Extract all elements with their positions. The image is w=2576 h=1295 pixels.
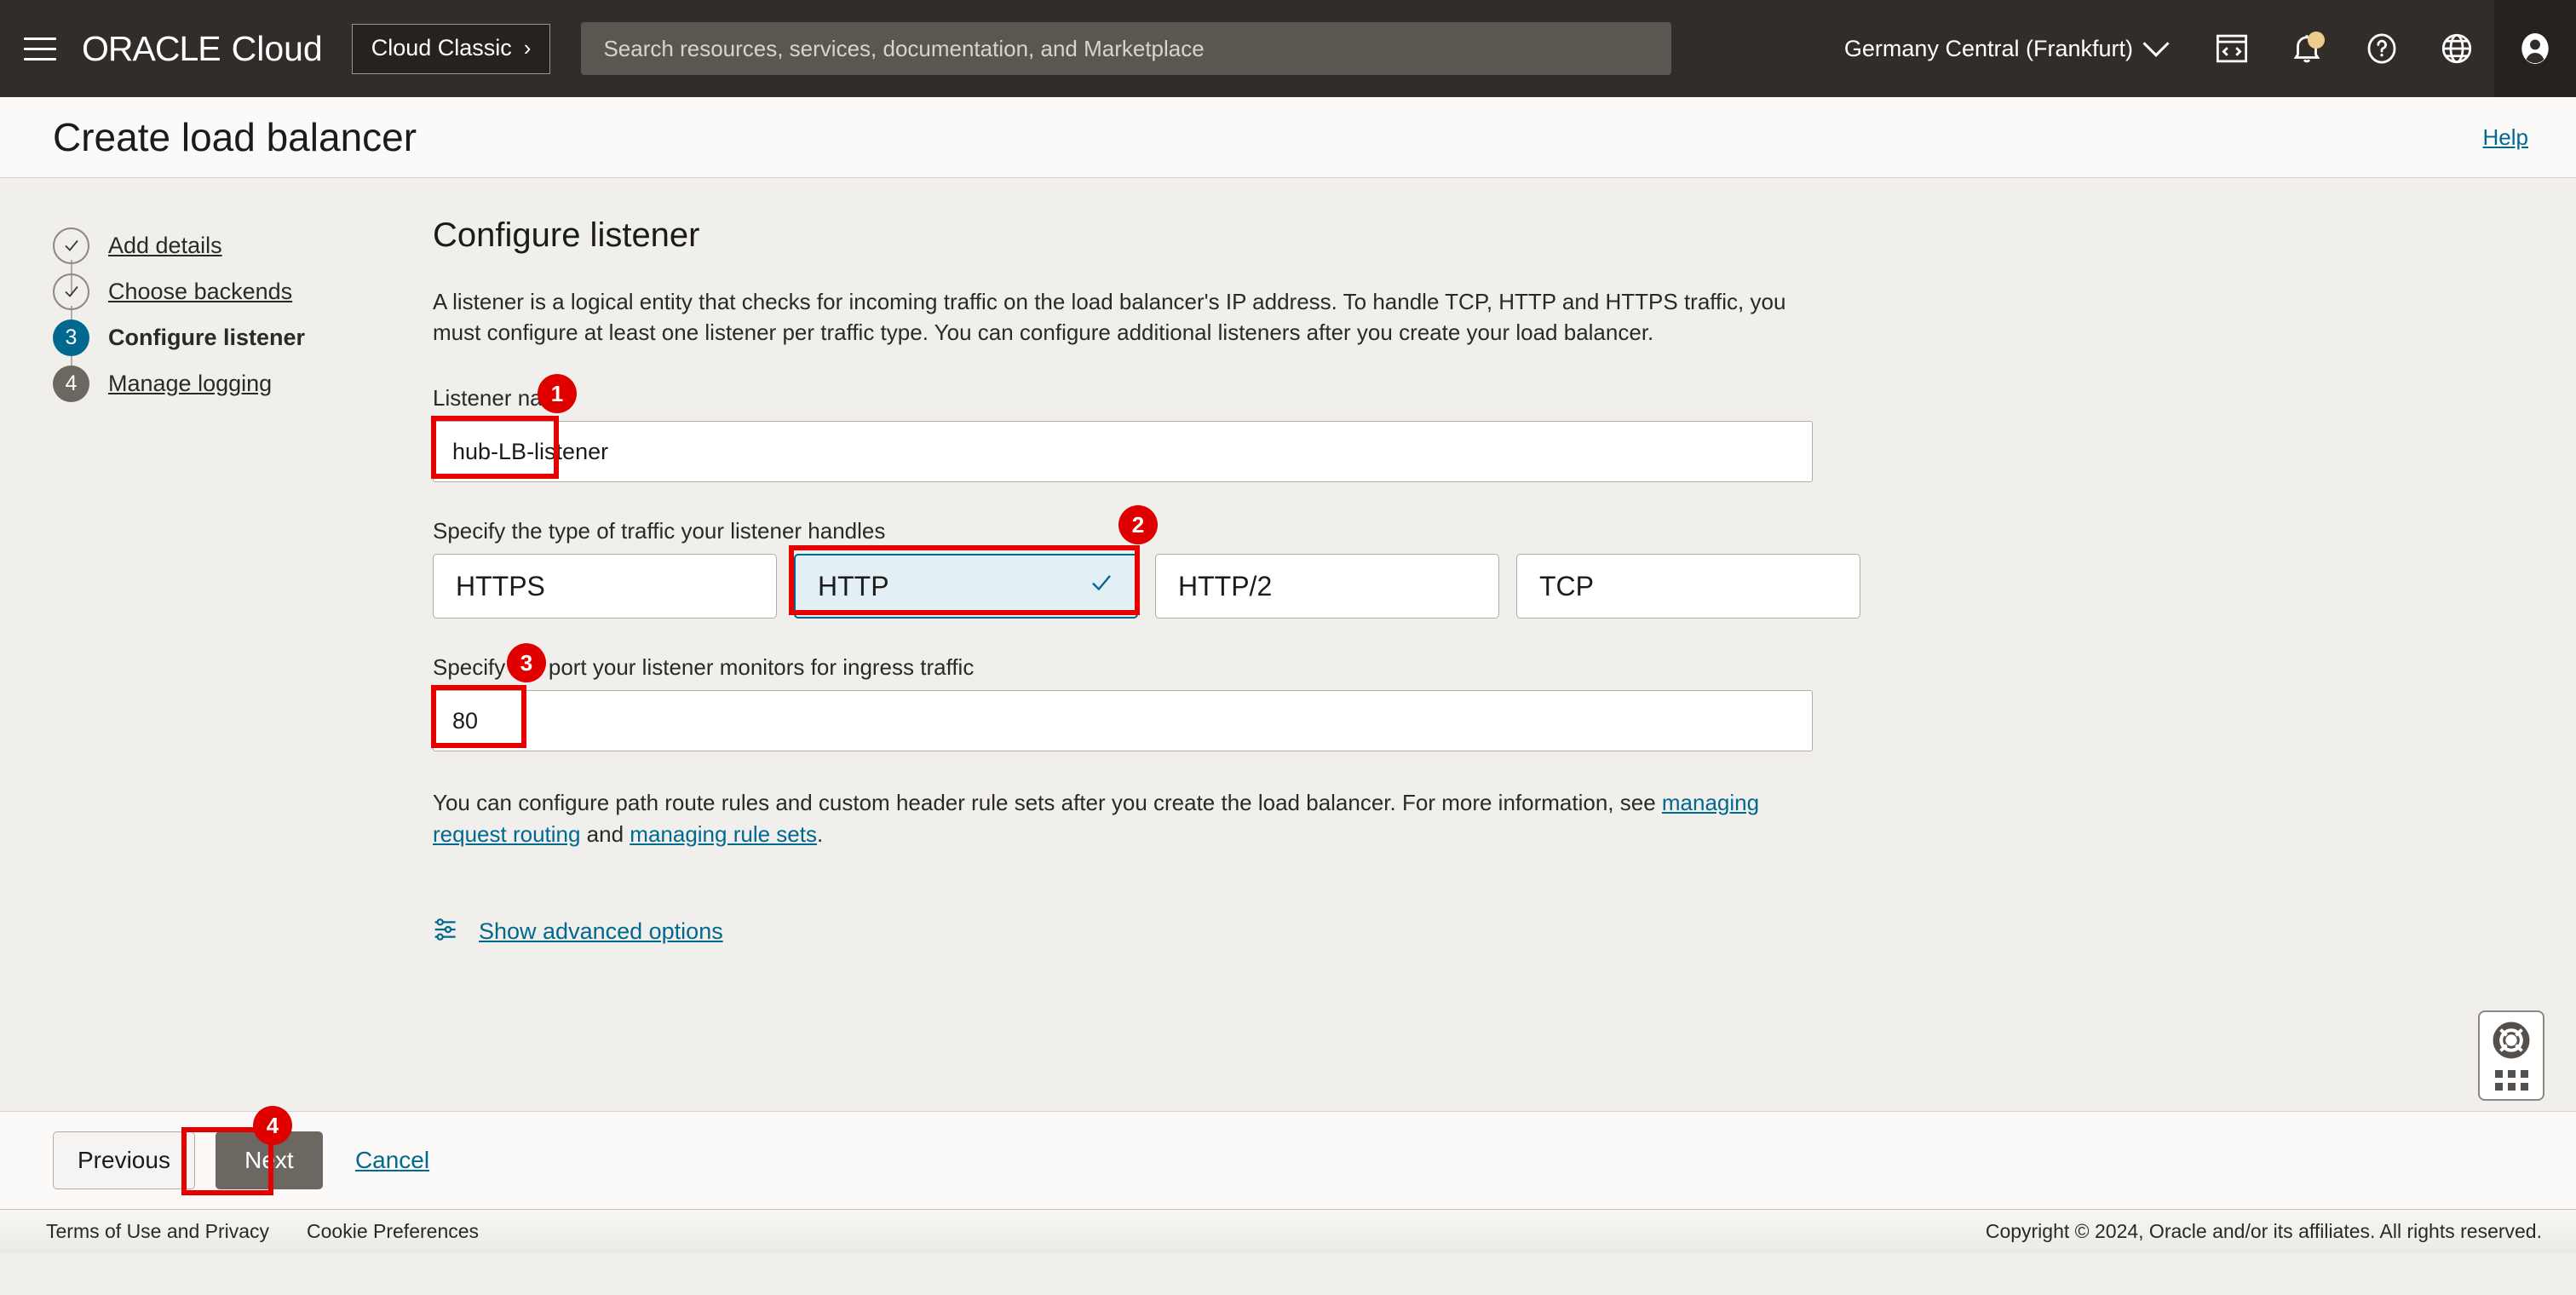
notification-badge-dot [2308,32,2325,49]
region-selector[interactable]: Germany Central (Frankfurt) [1815,30,2194,62]
helper-suffix-text: . [816,820,824,847]
chevron-down-icon [2142,30,2170,57]
terms-of-use-link[interactable]: Terms of Use and Privacy [46,1220,269,1243]
helper-middle-text: and [580,820,630,847]
port-input[interactable] [433,690,1813,752]
region-label: Germany Central (Frankfurt) [1843,35,2133,61]
step-label-choose-backends[interactable]: Choose backends [108,279,292,305]
page-header: Create load balancer Help [0,97,2576,178]
cloud-classic-button[interactable]: Cloud Classic › [351,23,551,74]
traffic-type-https-tile[interactable]: HTTPS [433,554,777,619]
search-input[interactable] [581,22,1672,75]
wizard-action-bar: Previous Next Cancel 4 [0,1106,2576,1209]
section-description: A listener is a logical entity that chec… [433,289,1786,345]
page-footer: Terms of Use and Privacy Cookie Preferen… [0,1209,2576,1253]
oracle-wordmark: ORACLE [82,28,221,68]
traffic-type-http2-label: HTTP/2 [1178,570,1273,601]
top-navigation-bar: ORACLE Cloud Cloud Classic › Germany Cen… [0,0,2576,97]
show-advanced-options-link[interactable]: Show advanced options [479,918,723,945]
traffic-type-http-label: HTTP [818,570,889,601]
cancel-link[interactable]: Cancel [355,1147,429,1174]
sliders-settings-icon [433,916,460,947]
global-search-container [581,22,1672,75]
cloud-classic-label: Cloud Classic [371,34,512,60]
step-1-complete-check-icon [53,227,89,264]
port-field-group: Specify the port your listener monitors … [431,643,1917,752]
selected-check-icon [1089,570,1114,602]
wizard-steps-sidebar: Add details Choose backends 3 Configure … [0,178,383,1111]
show-advanced-options-row[interactable]: Show advanced options [433,916,1917,947]
sidebar-step-configure-listener[interactable]: 3 Configure listener [53,314,383,388]
step-label-configure-listener: Configure listener [108,324,306,350]
page-body: Add details Choose backends 3 Configure … [0,178,2576,1111]
sidebar-step-add-details[interactable]: Add details [53,222,383,296]
step-label-manage-logging[interactable]: Manage logging [108,371,272,397]
sidebar-step-choose-backends[interactable]: Choose backends [53,268,383,342]
traffic-type-tcp-tile[interactable]: TCP [1516,554,1860,619]
language-globe-icon[interactable] [2419,0,2494,97]
step-label-add-details[interactable]: Add details [108,233,222,259]
configure-listener-panel: Configure listener A listener is a logic… [383,178,1917,1111]
port-label: Specify the port your listener monitors … [433,654,975,681]
user-avatar-icon[interactable] [2494,0,2576,97]
listener-name-label: Listener name [433,385,573,412]
listener-name-input[interactable] [433,421,1813,483]
step-3-number-badge: 3 [53,319,89,356]
cookie-preferences-link[interactable]: Cookie Preferences [307,1220,479,1243]
section-title: Configure listener [433,216,700,254]
support-help-widget[interactable] [2478,1010,2544,1101]
traffic-type-https-label: HTTPS [456,570,545,601]
traffic-type-http2-tile[interactable]: HTTP/2 [1155,554,1499,619]
traffic-type-tcp-label: TCP [1539,570,1594,601]
step-4-number-badge: 4 [53,365,89,402]
page-title: Create load balancer [53,115,417,159]
oracle-cloud-logo[interactable]: ORACLE Cloud [82,29,323,69]
helper-prefix-text: You can configure path route rules and c… [433,790,1662,816]
life-preserver-support-icon [2492,1021,2531,1064]
sidebar-step-manage-logging[interactable]: 4 Manage logging [53,360,383,406]
top-navigation-right-cluster: Germany Central (Frankfurt) [1815,0,2576,97]
traffic-type-tile-group: HTTPS HTTP HTTP/2 TCP [433,554,1917,619]
help-link[interactable]: Help [2483,124,2528,151]
traffic-type-http-tile[interactable]: HTTP [794,554,1138,619]
traffic-type-label: Specify the type of traffic your listene… [433,518,886,544]
managing-rule-sets-link[interactable]: managing rule sets [630,821,817,847]
hamburger-menu-icon[interactable] [17,26,63,72]
step-2-complete-check-icon [53,273,89,310]
routing-helper-text: You can configure path route rules and c… [433,787,1813,849]
cloud-shell-icon[interactable] [2194,0,2269,97]
traffic-type-field-group: Specify the type of traffic your listene… [433,505,1917,619]
listener-name-field-group: Listener name 1 [431,374,1917,483]
copyright-text: Copyright © 2024, Oracle and/or its affi… [1985,1220,2542,1242]
notifications-bell-icon[interactable] [2269,0,2344,97]
previous-button[interactable]: Previous [53,1131,195,1189]
dots-grid-icon [2494,1070,2528,1091]
cloud-wordmark: Cloud [231,28,323,68]
help-question-icon[interactable] [2344,0,2419,97]
chevron-right-icon: › [523,34,532,60]
next-button[interactable]: Next [215,1131,323,1189]
